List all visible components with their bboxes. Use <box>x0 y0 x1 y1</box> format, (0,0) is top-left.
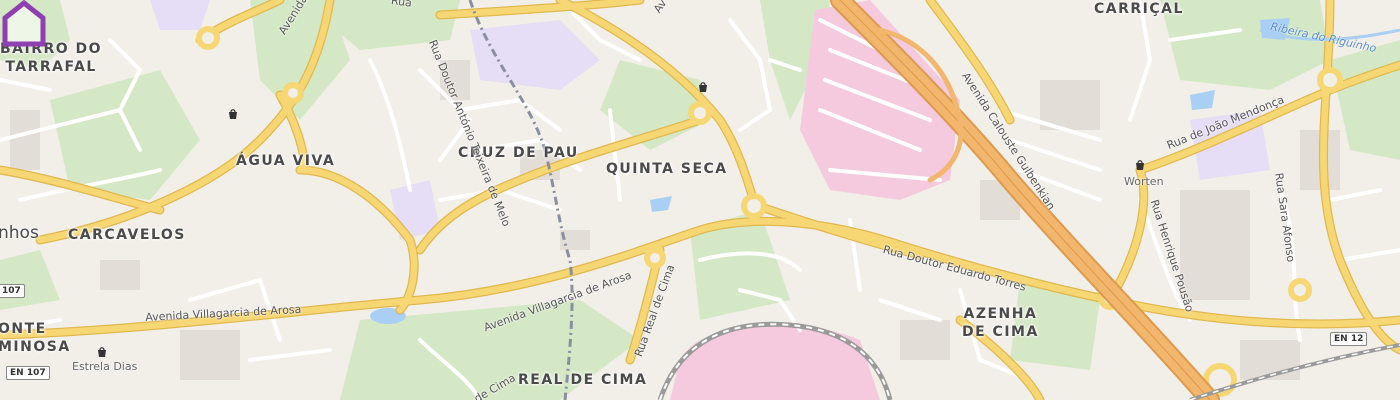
poi-label-worten[interactable]: Worten <box>1124 175 1164 188</box>
road-shield-en12: EN 12 <box>1330 332 1368 346</box>
district-label-monte-minosa: ONTE MINOSA <box>0 320 71 356</box>
district-label-azenha-line2: DE CIMA <box>962 324 1039 340</box>
road-shield-en107-bottom: EN 107 <box>6 366 50 380</box>
district-label-carcavelos: CARCAVELOS <box>68 227 186 243</box>
district-label-real-de-cima: REAL DE CIMA <box>518 372 648 388</box>
district-label-bairro-line2: TARRAFAL <box>5 59 97 75</box>
shopping-bag-icon[interactable] <box>95 345 109 359</box>
district-label-quinta-seca: QUINTA SECA <box>606 161 728 177</box>
district-label-carrical: CARRIÇAL <box>1094 1 1184 17</box>
map-base-layer <box>0 0 1400 400</box>
district-label-monte-line2: MINOSA <box>0 339 71 355</box>
road-shield-en107-top: 107 <box>0 284 25 298</box>
shopping-bag-icon[interactable] <box>1133 158 1147 172</box>
poi-label-estrela-dias[interactable]: Estrela Dias <box>72 360 137 373</box>
district-label-agua-viva: ÁGUA VIVA <box>236 153 336 169</box>
shopping-bag-icon[interactable] <box>696 80 710 94</box>
shopping-bag-icon[interactable] <box>226 107 240 121</box>
home-marker-icon[interactable] <box>0 0 48 48</box>
district-label-monte-line1: ONTE <box>0 321 47 337</box>
district-label-edge-partial: nhos <box>0 223 39 243</box>
district-label-azenha-de-cima: AZENHA DE CIMA <box>962 305 1039 341</box>
map-canvas[interactable]: BAIRRO DO TARRAFAL ÁGUA VIVA CRUZ DE PAU… <box>0 0 1400 400</box>
district-label-azenha-line1: AZENHA <box>963 306 1038 322</box>
